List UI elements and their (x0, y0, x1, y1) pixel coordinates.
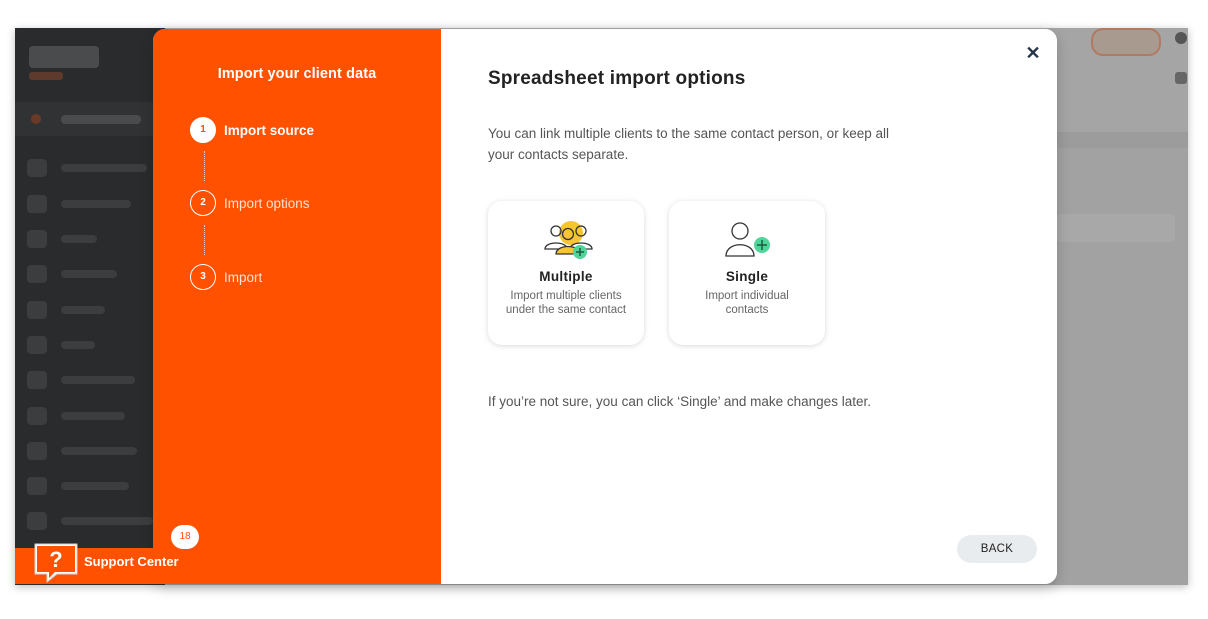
step-number: 1 (190, 117, 216, 143)
step-connector (204, 151, 205, 181)
app-header-icon (1175, 72, 1187, 84)
option-multiple-card[interactable]: Multiple Import multiple clients under t… (488, 201, 644, 345)
app-header-icon (1175, 32, 1187, 44)
svg-text:?: ? (49, 547, 62, 572)
step-label: Import options (224, 196, 310, 211)
nav-row (25, 158, 165, 178)
nav-row (25, 335, 165, 355)
option-single-card[interactable]: Single Import individual contacts (669, 201, 825, 345)
quick-actions (15, 102, 165, 136)
step-connector (204, 225, 205, 255)
page-title: Spreadsheet import options (488, 68, 746, 89)
app-logo (29, 46, 99, 68)
option-description: Import individual contacts (705, 290, 789, 316)
import-modal: Import your client data 1 Import source … (153, 29, 1057, 584)
nav-row (25, 229, 165, 249)
app-logo-sub (29, 72, 63, 80)
step-number: 3 (190, 264, 216, 290)
notification-badge: 18 (171, 525, 199, 549)
person-add-icon (669, 219, 825, 261)
import-steps-panel: Import your client data 1 Import source … (153, 29, 441, 584)
nav-row (25, 370, 165, 390)
options-description: You can link multiple clients to the sam… (488, 126, 889, 162)
app-sidebar (15, 28, 165, 585)
app-header-button (1091, 28, 1161, 56)
step-number: 2 (190, 190, 216, 216)
option-description: Import multiple clients under the same c… (505, 290, 627, 316)
import-options-content: ✕ Spreadsheet import options You can lin… (441, 29, 1057, 584)
helper-note: If you’re not sure, you can click ‘Singl… (488, 394, 871, 409)
step-label: Import source (224, 123, 315, 138)
nav-row (25, 406, 165, 426)
nav-row (25, 441, 165, 461)
group-add-icon (488, 219, 644, 261)
step-label: Import (224, 270, 263, 285)
app-search (1055, 214, 1175, 242)
nav-row (25, 264, 165, 284)
close-icon[interactable]: ✕ (1023, 43, 1043, 63)
back-button[interactable]: BACK (957, 535, 1037, 563)
support-center-button[interactable]: ? Support Center (15, 543, 210, 584)
support-center-label: Support Center (84, 554, 179, 569)
nav-row (25, 476, 165, 496)
nav-row (25, 511, 165, 531)
option-name: Single (725, 269, 769, 284)
steps-panel-title: Import your client data (217, 66, 377, 82)
nav-row (25, 300, 165, 320)
nav-row (25, 194, 165, 214)
option-name: Multiple (539, 269, 593, 284)
help-chat-icon: ? (33, 542, 79, 584)
